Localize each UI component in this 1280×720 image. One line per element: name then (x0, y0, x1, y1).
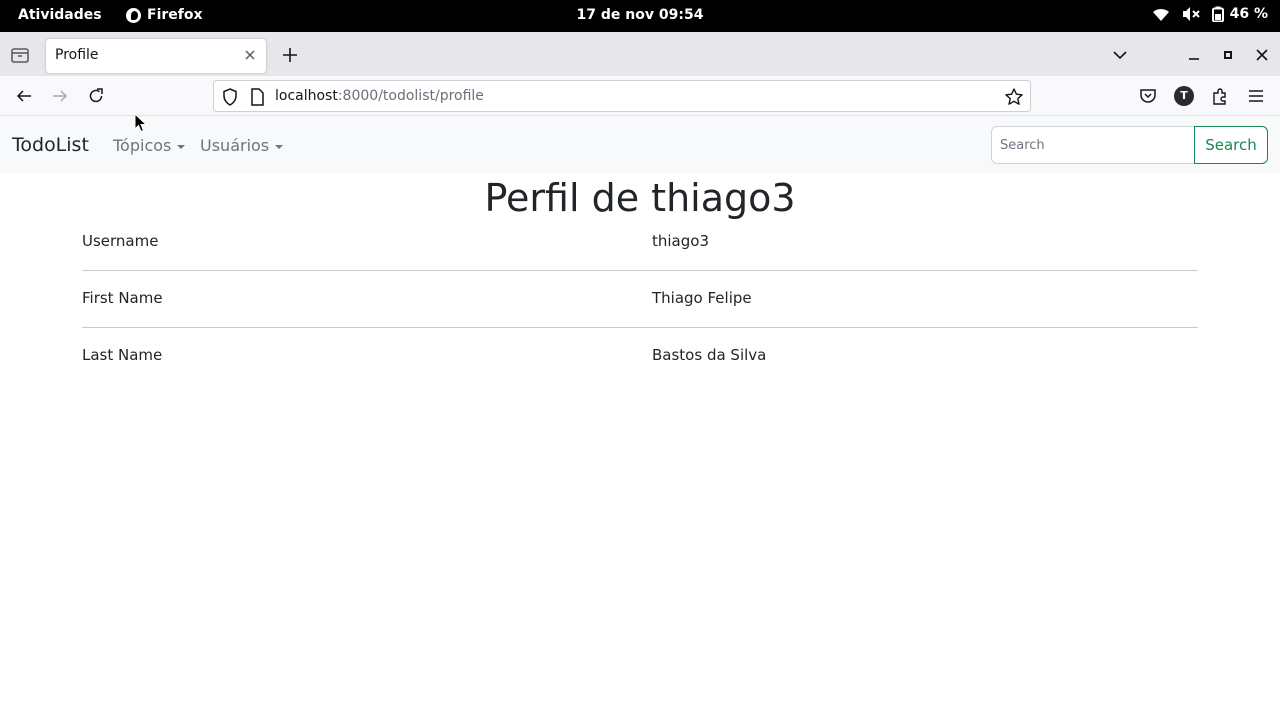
nav-topicos-dropdown[interactable]: Tópicos (113, 136, 186, 155)
close-window-icon[interactable] (1252, 45, 1272, 65)
field-label: Last Name (82, 346, 163, 364)
pocket-icon[interactable] (1138, 86, 1158, 106)
firefox-view-icon[interactable] (8, 43, 32, 67)
account-icon[interactable]: T (1174, 86, 1194, 106)
site-navbar: TodoList Tópicos Usuários Search (0, 116, 1280, 173)
tab-profile[interactable]: Profile (46, 39, 266, 73)
profile-row: Last Name Bastos da Silva (82, 328, 1198, 385)
page-info-icon[interactable] (250, 88, 264, 106)
extensions-icon[interactable] (1210, 86, 1230, 106)
clock[interactable]: 17 de nov 09:54 (577, 7, 704, 23)
url-text[interactable]: localhost:8000/todolist/profile (275, 88, 484, 104)
list-all-tabs-icon[interactable] (1110, 45, 1130, 65)
profile-row: Username thiago3 (82, 214, 1198, 271)
web-page: TodoList Tópicos Usuários Search Perfil … (0, 116, 1280, 720)
caret-down-icon (177, 144, 186, 149)
battery-icon (1211, 6, 1224, 22)
bookmark-star-icon[interactable] (1004, 87, 1024, 107)
tab-strip: Profile (0, 32, 1280, 76)
field-value: thiago3 (652, 232, 709, 250)
tab-title: Profile (55, 47, 99, 63)
address-bar[interactable]: localhost:8000/todolist/profile (213, 80, 1031, 112)
caret-down-icon (275, 144, 284, 149)
volume-muted-icon (1182, 7, 1200, 21)
url-path: :8000/todolist/profile (337, 88, 484, 104)
profile-table: Username thiago3 First Name Thiago Felip… (82, 214, 1198, 385)
battery-level: 46 % (1229, 6, 1268, 22)
menu-icon[interactable] (1246, 86, 1266, 106)
account-letter: T (1180, 89, 1188, 102)
search-input[interactable] (991, 126, 1195, 164)
browser-toolbar: localhost:8000/todolist/profile T (0, 76, 1280, 116)
new-tab-icon[interactable] (280, 45, 300, 65)
mouse-pointer-icon (134, 113, 148, 133)
profile-row: First Name Thiago Felipe (82, 271, 1198, 328)
nav-usuarios-label: Usuários (200, 136, 270, 155)
field-label: First Name (82, 289, 163, 307)
nav-usuarios-dropdown[interactable]: Usuários (200, 136, 284, 155)
back-icon[interactable] (14, 86, 34, 106)
reload-icon[interactable] (86, 86, 106, 106)
url-host: localhost (275, 88, 338, 104)
nav-topicos-label: Tópicos (113, 136, 172, 155)
field-value: Bastos da Silva (652, 346, 767, 364)
wifi-icon (1152, 8, 1169, 21)
search-button[interactable]: Search (1194, 126, 1268, 164)
close-tab-icon[interactable] (242, 47, 258, 63)
field-value: Thiago Felipe (652, 289, 752, 307)
tracking-protection-icon[interactable] (222, 88, 238, 106)
minimize-icon[interactable] (1184, 45, 1204, 65)
app-menu[interactable]: Firefox (126, 7, 203, 23)
system-tray[interactable]: 46 % (1152, 6, 1268, 22)
brand-link[interactable]: TodoList (12, 134, 89, 156)
field-label: Username (82, 232, 159, 250)
maximize-icon[interactable] (1218, 45, 1238, 65)
system-top-bar: Atividades Firefox 17 de nov 09:54 46 % (0, 0, 1280, 32)
activities-button[interactable]: Atividades (18, 7, 102, 23)
app-name: Firefox (147, 7, 203, 23)
firefox-icon (126, 7, 141, 23)
forward-icon[interactable] (50, 86, 70, 106)
